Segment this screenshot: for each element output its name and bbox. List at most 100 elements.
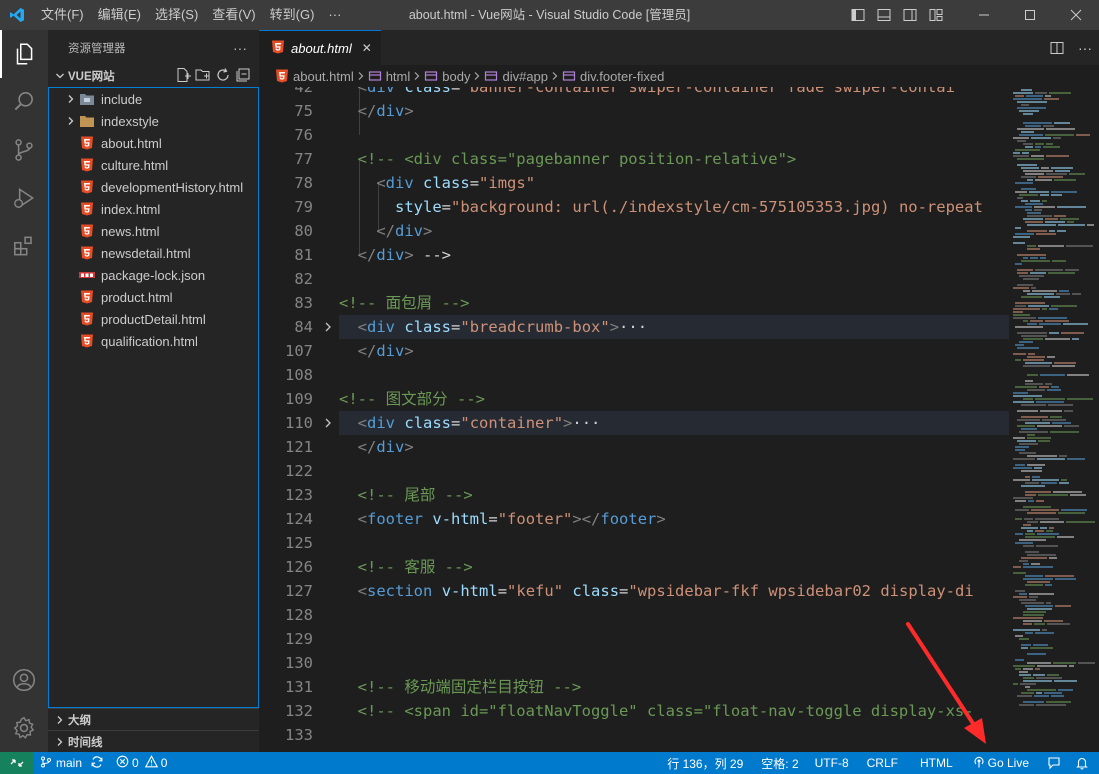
minimap-line [1036, 233, 1056, 235]
code-line[interactable]: 84 <div class="breadcrumb-box">··· [294, 315, 1009, 339]
file-item[interactable]: about.html [49, 132, 258, 154]
toggle-panel-icon[interactable] [871, 0, 897, 30]
code-line[interactable]: 124 <footer v-html="footer"></footer> [259, 507, 1009, 531]
new-folder-icon[interactable] [195, 67, 211, 86]
code-text: <!-- <div class="pagebanner position-rel… [339, 150, 797, 168]
breadcrumb-item[interactable]: body [424, 69, 470, 84]
folder-item[interactable]: indexstyle [49, 110, 258, 132]
minimap-line [1027, 653, 1046, 655]
html5-icon [275, 69, 289, 83]
breadcrumb-item[interactable]: about.html [275, 69, 354, 84]
toggle-secondary-sidebar-icon[interactable] [897, 0, 923, 30]
root-folder-header[interactable]: VUE网站 [48, 65, 259, 87]
file-item[interactable]: news.html [49, 220, 258, 242]
more-actions-icon[interactable]: ··· [233, 40, 247, 56]
code-line[interactable]: 107 </div> [259, 339, 1009, 363]
code-line[interactable]: 121 </div> [259, 435, 1009, 459]
explorer-icon[interactable] [0, 30, 48, 78]
fold-chevron-right-icon[interactable] [321, 411, 335, 435]
menu-item[interactable]: 选择(S) [148, 0, 205, 30]
minimize-icon[interactable] [961, 0, 1007, 30]
line-endings[interactable]: CRLF [857, 752, 908, 774]
file-label: product.html [101, 289, 173, 305]
close-window-icon[interactable] [1053, 0, 1099, 30]
code-line[interactable]: 82 [259, 267, 1009, 291]
customize-layout-icon[interactable] [923, 0, 949, 30]
minimap-line [1023, 566, 1053, 568]
code-line[interactable]: 76 [259, 123, 1009, 147]
code-line[interactable]: 80 </div> [259, 219, 1009, 243]
refresh-icon[interactable] [215, 67, 231, 86]
file-item[interactable]: productDetail.html [49, 308, 258, 330]
minimap-line [1025, 482, 1039, 484]
file-item[interactable]: culture.html [49, 154, 258, 176]
menu-item[interactable]: 转到(G) [263, 0, 322, 30]
tab-about-html[interactable]: about.html ✕ [259, 30, 381, 65]
code-line[interactable]: 125 [259, 531, 1009, 555]
more-actions-icon[interactable]: ··· [1071, 30, 1099, 65]
outline-section[interactable]: 大纲 [48, 708, 259, 730]
breadcrumb-item[interactable]: html [368, 69, 410, 84]
code-line[interactable]: 123 <!-- 尾部 --> [259, 483, 1009, 507]
folder-item[interactable]: include [49, 88, 258, 110]
minimap-line [1045, 320, 1069, 322]
code-line[interactable]: 109 <!-- 图文部分 --> [259, 387, 1009, 411]
minimap[interactable] [1009, 87, 1099, 752]
file-item[interactable]: product.html [49, 286, 258, 308]
run-debug-icon[interactable] [0, 174, 48, 222]
menu-item[interactable]: 编辑(E) [91, 0, 148, 30]
minimap-line [1027, 581, 1050, 583]
code-line[interactable]: 83 <!-- 面包屑 --> [259, 291, 1009, 315]
file-item[interactable]: qualification.html [49, 330, 258, 352]
search-icon[interactable] [0, 78, 48, 126]
file-item[interactable]: newsdetail.html [49, 242, 258, 264]
split-editor-icon[interactable] [1043, 30, 1071, 65]
breadcrumb-item[interactable]: div#app [484, 69, 548, 84]
minimap-line [1015, 359, 1021, 361]
timeline-section[interactable]: 时间线 [48, 730, 259, 752]
extensions-icon[interactable] [0, 222, 48, 270]
minimap-line [1017, 158, 1044, 160]
maximize-icon[interactable] [1007, 0, 1053, 30]
code-line[interactable]: 42 <div class="banner-container swiper-c… [259, 87, 1009, 99]
breadcrumb-item[interactable]: div.footer-fixed [562, 69, 664, 84]
line-number: 42 [294, 87, 313, 96]
code-line[interactable]: 77 <!-- <div class="pagebanner position-… [259, 147, 1009, 171]
code-line[interactable]: 122 [259, 459, 1009, 483]
file-item[interactable]: index.html [49, 198, 258, 220]
cursor-position[interactable]: 行 136，列 29 [657, 752, 753, 774]
encoding[interactable]: UTF-8 [807, 752, 857, 774]
toggle-sidebar-icon[interactable] [845, 0, 871, 30]
remote-icon[interactable] [0, 752, 34, 774]
go-live-button[interactable]: Go Live [965, 752, 1037, 774]
new-file-icon[interactable] [175, 67, 191, 86]
file-item[interactable]: developmentHistory.html [49, 176, 258, 198]
code-line[interactable]: 78 <div class="imgs" [259, 171, 1009, 195]
sync-icon[interactable] [90, 755, 104, 772]
language-mode[interactable]: HTML [908, 752, 965, 774]
code-line[interactable]: 79 style="background: url(./indexstyle/c… [259, 195, 1009, 219]
tab-label: about.html [291, 40, 352, 56]
menu-item[interactable]: 文件(F) [34, 0, 91, 30]
branch-indicator[interactable]: main [34, 752, 110, 774]
account-icon[interactable] [0, 656, 48, 704]
file-item[interactable]: package-lock.json [49, 264, 258, 286]
close-tab-icon[interactable]: ✕ [362, 41, 372, 55]
code-line[interactable]: 75 </div> [259, 99, 1009, 123]
problems-indicator[interactable]: 0 0 [110, 752, 173, 774]
collapse-all-icon[interactable] [235, 67, 251, 86]
menu-item[interactable]: 查看(V) [205, 0, 262, 30]
fold-chevron-right-icon[interactable] [321, 315, 335, 339]
code-line[interactable]: 127 <section v-html="kefu" class="wpside… [259, 579, 1009, 603]
source-control-icon[interactable] [0, 126, 48, 174]
code-line[interactable]: 108 [259, 363, 1009, 387]
code-line[interactable]: 81 </div> --> [259, 243, 1009, 267]
feedback-icon[interactable] [1037, 752, 1071, 774]
settings-gear-icon[interactable] [0, 704, 48, 752]
code-line[interactable]: 126 <!-- 客服 --> [259, 555, 1009, 579]
code-line[interactable]: 110 <div class="container">··· [285, 411, 1009, 435]
menu-overflow[interactable]: ··· [321, 0, 348, 30]
indentation[interactable]: 空格: 2 [753, 752, 806, 774]
notifications-bell-icon[interactable] [1071, 752, 1099, 774]
minimap-line [1025, 533, 1035, 535]
